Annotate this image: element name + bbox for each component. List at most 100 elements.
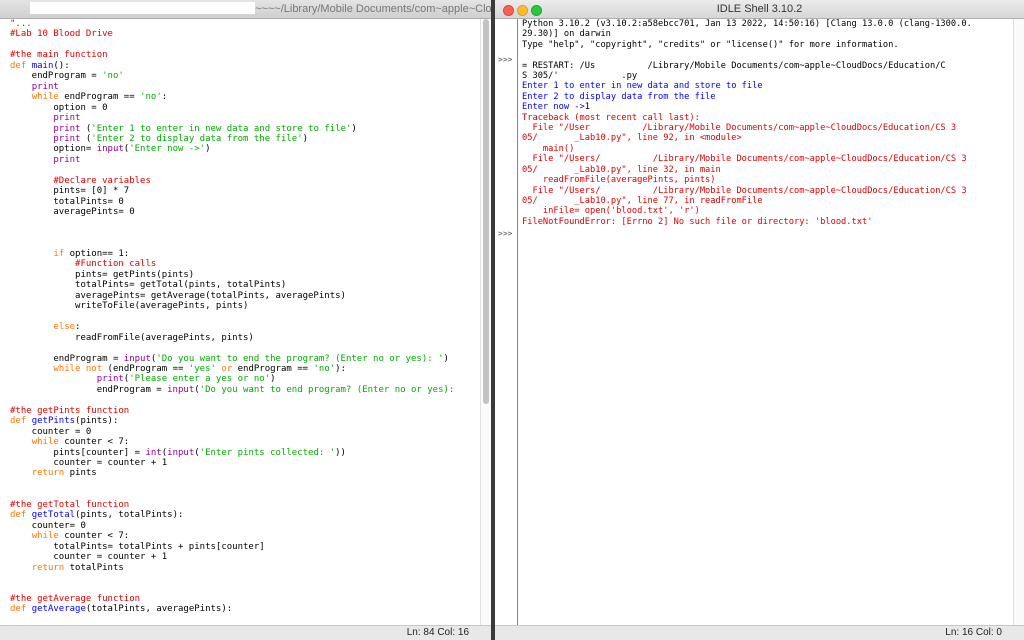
shell-window[interactable]: IDLE Shell 3.10.2 >>> >>> Python 3.10.2 … — [495, 0, 1024, 640]
code-token: print — [32, 82, 59, 92]
code-token: inFile= open('blood.txt', 'r') — [522, 206, 700, 216]
code-line — [10, 489, 480, 499]
shell-titlebar[interactable]: IDLE Shell 3.10.2 — [495, 0, 1024, 19]
code-line: #Lab 10 Blood Drive — [10, 29, 480, 39]
code-token: endProgram = — [10, 71, 102, 81]
code-token: endProgram == — [232, 364, 313, 374]
code-token: Enter 1 to enter in new data and store t… — [522, 81, 763, 91]
code-line: 29.30)] on darwin — [522, 29, 1024, 39]
code-line: main() — [522, 144, 1024, 154]
code-token: #the getTotal function — [10, 500, 129, 510]
code-token: FileNotFoundError: [Errno 2] No such fil… — [522, 217, 872, 227]
code-token — [10, 92, 32, 102]
code-token — [10, 82, 32, 92]
code-token — [10, 176, 53, 186]
code-token: ) — [444, 354, 449, 364]
code-line: pints[counter] = int(input('Enter pints … — [10, 448, 480, 458]
code-token: File "/Users/ /Library/Mobile Documents/… — [522, 154, 967, 164]
code-token: input — [167, 448, 194, 458]
code-token: 'no' — [102, 71, 124, 81]
code-line: Traceback (most recent call last): — [522, 113, 1024, 123]
editor-window[interactable]: ~~~~/Library/Mobile Documents/com~apple~… — [0, 0, 491, 640]
code-line: #the getAverage function — [10, 594, 480, 604]
code-token: readFromFile(averagePints, pints) — [10, 333, 254, 343]
editor-titlebar[interactable]: ~~~~/Library/Mobile Documents/com~apple~… — [0, 0, 491, 19]
code-token: print — [97, 374, 124, 384]
code-token: (endProgram == — [102, 364, 189, 374]
editor-scrollbar[interactable] — [480, 19, 491, 626]
code-line — [10, 395, 480, 405]
code-line: while endProgram == 'no': — [10, 92, 480, 102]
code-line: Type "help", "copyright", "credits" or "… — [522, 40, 1024, 50]
code-token: (pints, totalPints): — [75, 510, 183, 520]
code-token: 05/ _Lab10.py", line 92, in <module> — [522, 133, 742, 143]
code-line: File "/Users/ /Library/Mobile Documents/… — [522, 154, 1024, 164]
code-line: readFromFile(averagePints, pints) — [10, 333, 480, 343]
code-editor-text[interactable]: "...#Lab 10 Blood Drive #the main functi… — [0, 19, 480, 626]
code-token: input — [97, 144, 124, 154]
code-token: S 305/' .py — [522, 71, 637, 81]
shell-scrollbar[interactable] — [1013, 19, 1024, 626]
code-line: def getTotal(pints, totalPints): — [10, 510, 480, 520]
shell-output-text[interactable]: Python 3.10.2 (v3.10.2:a58ebcc701, Jan 1… — [522, 19, 1024, 626]
code-token — [10, 113, 53, 123]
code-token: 05/ _Lab10.py", line 32, in main — [522, 165, 721, 175]
code-line: counter = counter + 1 — [10, 552, 480, 562]
code-token: #Declare variables — [53, 176, 151, 186]
code-token: print — [53, 134, 80, 144]
code-token: 'Please enter a yes or no' — [129, 374, 270, 384]
code-token: print — [53, 124, 80, 134]
code-token: while not — [53, 364, 102, 374]
code-token: def — [10, 510, 32, 520]
code-token: input — [124, 354, 151, 364]
code-token: 'Enter pints collected: ' — [200, 448, 335, 458]
code-line: print('Please enter a yes or no') — [10, 374, 480, 384]
code-token: averagePints= getAverage(totalPints, ave… — [10, 291, 346, 301]
code-token: averagePints= 0 — [10, 207, 135, 217]
code-token: 1 — [585, 102, 590, 112]
code-token: totalPints= 0 — [10, 197, 124, 207]
code-token: Python 3.10.2 (v3.10.2:a58ebcc701, Jan 1… — [522, 19, 972, 29]
code-token: : — [162, 92, 167, 102]
code-token: while — [32, 92, 59, 102]
code-line: inFile= open('blood.txt', 'r') — [522, 206, 1024, 216]
code-token — [10, 322, 53, 332]
code-token: ) — [351, 124, 356, 134]
code-token: if — [53, 249, 64, 259]
code-token — [10, 134, 53, 144]
editor-scrollbar-thumb[interactable] — [483, 19, 489, 404]
code-token: Traceback (most recent call last): — [522, 113, 700, 123]
code-token: ) — [270, 374, 275, 384]
code-token: counter = 0 — [10, 427, 91, 437]
code-token: def — [10, 604, 32, 614]
code-line: averagePints= 0 — [10, 207, 480, 217]
code-token: endProgram = — [10, 385, 167, 395]
code-token: ): — [335, 364, 346, 374]
code-token: counter < 7: — [59, 531, 129, 541]
code-token: (totalPints, averagePints): — [86, 604, 232, 614]
code-token: 29.30)] on darwin — [522, 29, 611, 39]
code-line: totalPints= totalPints + pints[counter] — [10, 542, 480, 552]
code-line — [10, 583, 480, 593]
shell-prompt: >>> — [498, 55, 512, 64]
code-line: return pints — [10, 468, 480, 478]
code-line: else: — [10, 322, 480, 332]
code-token: counter = counter + 1 — [10, 458, 167, 468]
code-token: (pints): — [75, 416, 118, 426]
code-token: input — [167, 385, 194, 395]
code-line: while not (endProgram == 'yes' or endPro… — [10, 364, 480, 374]
code-line: print ('Enter 2 to display data from the… — [10, 134, 480, 144]
code-token: option = 0 — [10, 103, 108, 113]
code-line — [10, 312, 480, 322]
code-token — [10, 563, 32, 573]
code-line: def main(): — [10, 61, 480, 71]
code-line: S 305/' .py — [522, 71, 1024, 81]
code-line: counter = counter + 1 — [10, 458, 480, 468]
code-token: endProgram == — [59, 92, 140, 102]
code-token: totalPints= getTotal(pints, totalPints) — [10, 280, 286, 290]
code-token: totalPints= totalPints + pints[counter] — [10, 542, 265, 552]
code-line — [10, 343, 480, 353]
code-token: = RESTART: /Us /Library/Mobile Documents… — [522, 61, 946, 71]
code-token: 'no' — [140, 92, 162, 102]
code-token: while — [32, 531, 59, 541]
